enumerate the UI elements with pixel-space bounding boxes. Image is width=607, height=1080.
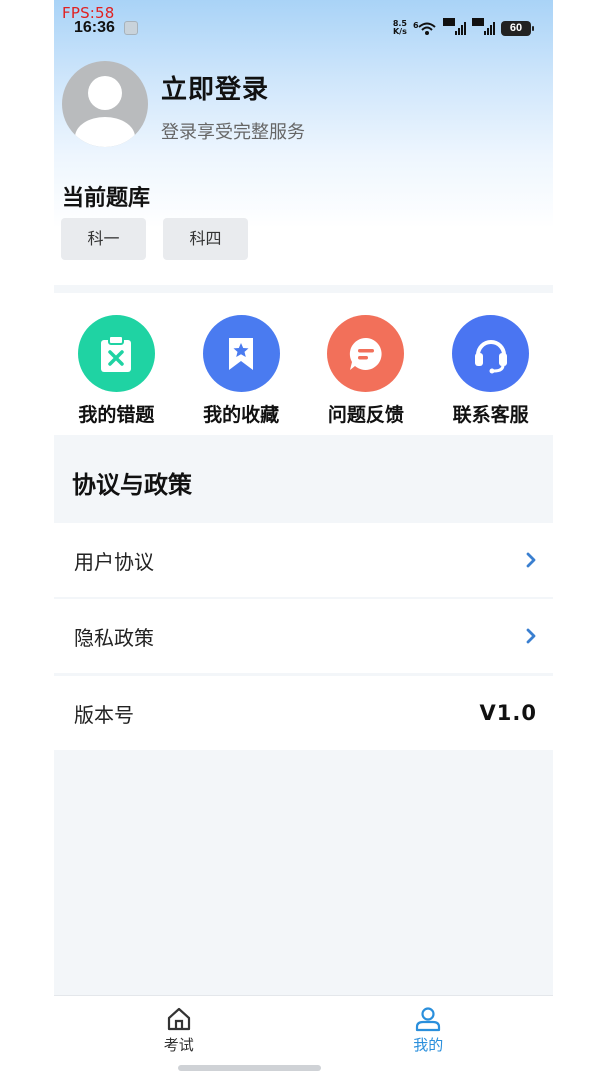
home-indicator[interactable] [178, 1065, 321, 1071]
tab-label: 我的 [413, 1036, 444, 1054]
feature-label: 问题反馈 [327, 404, 404, 426]
question-bank-option-2[interactable]: 科四 [163, 218, 248, 260]
feature-icon-bg [452, 315, 530, 392]
tab-label: 考试 [163, 1036, 194, 1054]
signal-icon-sim1: 5A [443, 18, 466, 35]
user-icon [416, 1007, 441, 1032]
tab-mine[interactable]: 我的 [304, 996, 554, 1080]
feature-wrong-questions[interactable]: 我的错题 [54, 293, 179, 435]
policy-section-title: 协议与政策 [72, 471, 192, 499]
feature-favorites[interactable]: 我的收藏 [179, 293, 304, 435]
feature-customer-service[interactable]: 联系客服 [428, 293, 553, 435]
version-row: 版本号 V1.0 [54, 676, 553, 750]
feature-icon-bg [327, 315, 405, 392]
feature-icon-bg [77, 315, 155, 392]
status-time: 16:36 [74, 19, 115, 36]
default-user-icon [75, 76, 135, 147]
login-subtitle: 登录享受完整服务 [161, 122, 305, 143]
question-bank-option-1[interactable]: 科一 [61, 218, 146, 260]
status-indicators: 8.5 K/s 6 5A 5A 60 [392, 18, 534, 38]
feature-icon-bg [202, 315, 280, 392]
user-agreement-row[interactable]: 用户协议 [54, 523, 553, 597]
feature-feedback[interactable]: 问题反馈 [304, 293, 429, 435]
row-label: 用户协议 [74, 549, 154, 574]
feature-label: 我的收藏 [203, 404, 280, 426]
network-speed: 8.5 K/s [392, 19, 407, 36]
bookmark-star-icon [229, 337, 254, 370]
wifi-icon: 6 [413, 21, 436, 35]
feature-label: 我的错题 [78, 404, 155, 426]
row-label: 隐私政策 [74, 625, 154, 650]
headset-icon [474, 339, 507, 373]
battery-icon: 60 [501, 20, 534, 36]
chevron-right-icon [526, 628, 536, 644]
privacy-policy-row[interactable]: 隐私政策 [54, 599, 553, 673]
avatar[interactable] [62, 61, 148, 147]
question-bank-title: 当前题库 [62, 186, 151, 211]
chat-bubble-icon [349, 337, 382, 370]
version-value: V1.0 [479, 701, 537, 725]
feature-label: 联系客服 [452, 404, 529, 426]
login-title[interactable]: 立即登录 [161, 69, 269, 106]
signal-icon-sim2: 5A [472, 18, 495, 35]
notification-icon [124, 21, 138, 35]
home-icon [167, 1007, 190, 1031]
chevron-right-icon [526, 552, 536, 568]
app-screen: FPS:58 16:36 8.5 K/s 6 5A 5A 60 立即登录 登录享… [54, 0, 553, 1080]
clipboard-x-icon [101, 334, 132, 372]
svg-text:6: 6 [413, 21, 419, 30]
row-label: 版本号 [74, 702, 134, 727]
feature-grid: 我的错题 我的收藏 问题反馈 联系客服 [54, 293, 553, 435]
